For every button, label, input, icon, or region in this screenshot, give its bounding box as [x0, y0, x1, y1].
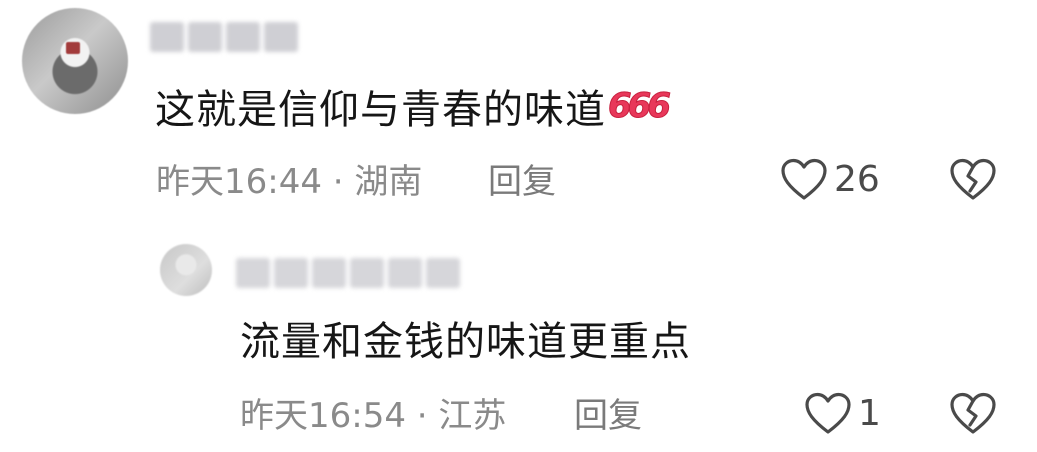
broken-heart-icon [950, 158, 996, 200]
reply-username-blurred[interactable] [236, 258, 460, 288]
comment-text: 这就是信仰与青春的味道666 [155, 82, 672, 134]
heart-outline-icon [805, 392, 851, 434]
reply-text: 流量和金钱的味道更重点 [240, 319, 691, 365]
comment-body: 这就是信仰与青春的味道 [155, 87, 606, 133]
dislike-button[interactable] [948, 158, 998, 206]
like-button[interactable]: 1 [804, 392, 881, 436]
comment-thread: 这就是信仰与青春的味道666 昨天16:44 · 湖南 回复 26 流量和金钱的… [0, 0, 1037, 452]
comment-meta: 昨天16:44 · 湖南 [156, 162, 423, 202]
avatar-detail [66, 42, 80, 54]
reply-button[interactable]: 回复 [574, 396, 642, 436]
reply-button[interactable]: 回复 [488, 162, 556, 202]
heart-outline-icon [781, 158, 827, 200]
username-blurred[interactable] [150, 22, 298, 52]
emoji-666: 666 [608, 86, 672, 127]
reply-avatar[interactable] [160, 244, 212, 296]
like-count: 1 [858, 393, 881, 434]
avatar[interactable] [22, 8, 128, 114]
like-button[interactable]: 26 [780, 158, 880, 202]
like-count: 26 [834, 159, 880, 200]
dislike-button[interactable] [948, 392, 998, 440]
broken-heart-icon [950, 392, 996, 434]
reply-meta: 昨天16:54 · 江苏 [240, 396, 507, 436]
